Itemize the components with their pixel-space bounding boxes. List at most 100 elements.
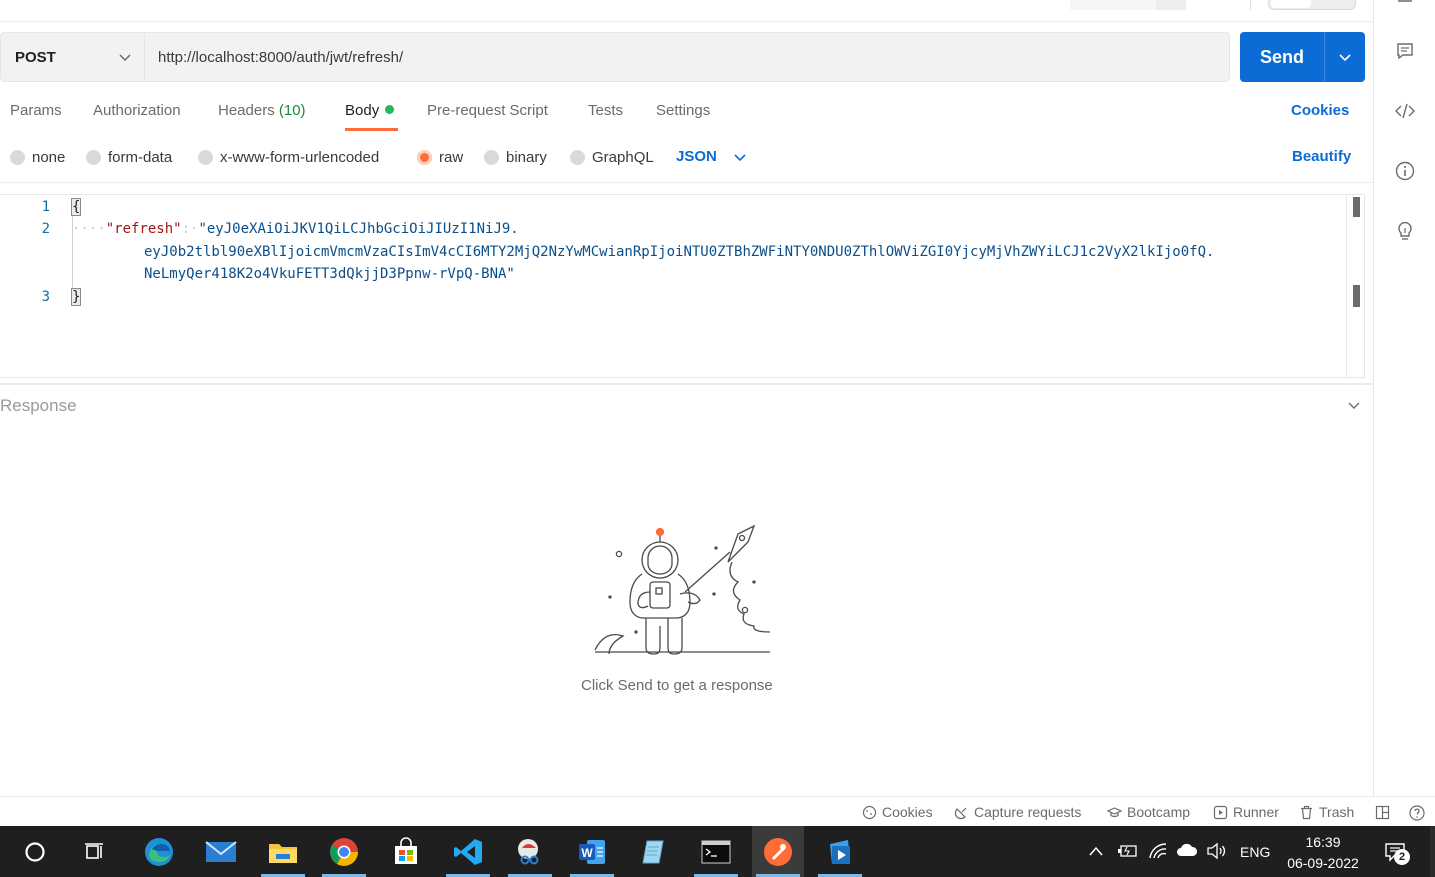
battery-icon[interactable] <box>1117 842 1139 860</box>
tab-headers[interactable]: Headers (10) <box>218 102 306 119</box>
status-bar: Cookies Capture requests Bootcamp Runner… <box>0 796 1435 826</box>
url-input[interactable]: http://localhost:8000/auth/jwt/refresh/ <box>145 32 1230 82</box>
task-view-button[interactable] <box>69 826 121 877</box>
radio-x-www-form-urlencoded[interactable]: x-www-form-urlencoded <box>198 149 379 166</box>
clock-time: 16:39 <box>1305 834 1341 850</box>
taskbar-vscode[interactable] <box>442 826 494 877</box>
editor-scrollbar[interactable] <box>1346 195 1364 377</box>
method-label: POST <box>15 48 56 66</box>
taskbar-edge[interactable] <box>133 826 185 877</box>
tab-params[interactable]: Params <box>10 102 62 119</box>
method-select[interactable]: POST <box>0 32 145 82</box>
tab-authorization[interactable]: Authorization <box>93 102 181 119</box>
send-options-button[interactable] <box>1325 50 1365 64</box>
system-clock[interactable]: 16:39 06-09-2022 <box>1285 832 1361 874</box>
line-gutter: 1 2 3 <box>0 195 70 377</box>
url-text: http://localhost:8000/auth/jwt/refresh/ <box>158 48 404 66</box>
clock-date: 06-09-2022 <box>1287 855 1359 871</box>
taskbar-store[interactable] <box>380 826 432 877</box>
code-line-wrapped: NeLmyQer418K2o4VkuFETT3dQkjjD3Ppnw-rVpQ-… <box>144 266 515 282</box>
active-tab-indicator <box>345 128 398 131</box>
taskbar-file-explorer[interactable] <box>257 826 309 877</box>
satellite-icon <box>954 807 967 819</box>
code-line: { <box>70 198 82 216</box>
windows-taskbar: W ENG 16:39 06-09-2022 2 <box>0 826 1435 877</box>
action-center-button[interactable]: 2 <box>1383 840 1410 866</box>
environment-selector[interactable] <box>1070 0 1156 10</box>
statusbar-capture-requests[interactable]: Capture requests <box>954 804 1081 820</box>
mail-icon <box>205 840 237 862</box>
empty-response-message: Click Send to get a response <box>581 677 773 694</box>
request-tabs: Params Authorization Headers (10) Body P… <box>0 96 1373 132</box>
comments-icon[interactable] <box>1394 40 1416 62</box>
code-line: ····"refresh":·"eyJ0eXAiOiJKV1QiLCJhbGci… <box>72 221 519 237</box>
line-number: 3 <box>41 289 50 305</box>
beautify-link[interactable]: Beautify <box>1292 148 1351 165</box>
tab-body[interactable]: Body <box>345 102 395 119</box>
response-title: Response <box>0 396 77 415</box>
show-hidden-icons[interactable] <box>1088 844 1104 858</box>
body-modified-dot <box>385 105 395 114</box>
taskbar-mail[interactable] <box>195 826 247 877</box>
statusbar-trash[interactable]: Trash <box>1299 804 1354 820</box>
help-icon[interactable] <box>1409 805 1425 821</box>
radio-form-data[interactable]: form-data <box>86 149 172 166</box>
headers-count: (10) <box>278 102 306 119</box>
taskbar-terminal[interactable] <box>690 826 742 877</box>
lightbulb-icon[interactable] <box>1394 220 1416 242</box>
input-language[interactable]: ENG <box>1240 826 1270 877</box>
send-label: Send <box>1259 46 1304 67</box>
tab-settings[interactable]: Settings <box>656 102 710 119</box>
start-search-button[interactable] <box>9 826 61 877</box>
statusbar-bootcamp[interactable]: Bootcamp <box>1107 804 1190 820</box>
radio-binary[interactable]: binary <box>484 149 547 166</box>
radio-raw[interactable]: raw <box>417 149 463 166</box>
code-line-wrapped: eyJ0b2tlbl90eXBlIjoicmVmcmVzaCIsImV4cCI6… <box>144 244 1215 260</box>
terminal-icon <box>701 840 731 863</box>
radio-none[interactable]: none <box>10 149 65 166</box>
edge-icon <box>145 837 173 866</box>
statusbar-cookies[interactable]: Cookies <box>862 804 933 820</box>
tab-tests[interactable]: Tests <box>588 102 623 119</box>
chevron-down-icon <box>1339 54 1351 62</box>
environment-quick-look[interactable] <box>1156 0 1186 10</box>
chrome-icon <box>330 837 358 866</box>
show-desktop-button[interactable] <box>1430 826 1435 877</box>
play-box-icon <box>1213 805 1228 819</box>
store-icon <box>395 836 417 864</box>
postman-icon <box>764 837 792 866</box>
chevron-down-icon <box>734 153 746 161</box>
send-button[interactable]: Send <box>1240 32 1365 82</box>
right-sidebar <box>1373 0 1435 826</box>
taskbar-chrome[interactable] <box>318 826 370 877</box>
volume-icon[interactable] <box>1206 842 1228 860</box>
onedrive-icon[interactable] <box>1176 843 1198 857</box>
svg-text:W: W <box>581 846 593 860</box>
format-select[interactable]: JSON <box>676 148 747 165</box>
notepad-icon <box>642 840 664 863</box>
cookie-icon <box>862 805 877 819</box>
body-type-selector: none form-data x-www-form-urlencoded raw… <box>0 146 1373 170</box>
code-icon[interactable] <box>1394 100 1416 122</box>
body-editor[interactable]: 1 2 3 { ····"refresh":·"eyJ0eXAiOiJKV1Qi… <box>0 194 1365 378</box>
taskbar-notepad[interactable] <box>628 826 680 877</box>
menu-icon[interactable] <box>1394 0 1416 4</box>
taskbar-media-player[interactable] <box>814 826 866 877</box>
cookies-link[interactable]: Cookies <box>1291 102 1349 119</box>
radio-graphql[interactable]: GraphQL <box>570 149 654 166</box>
media-player-icon <box>830 839 850 864</box>
tab-pre-request-script[interactable]: Pre-request Script <box>427 102 548 119</box>
statusbar-runner[interactable]: Runner <box>1213 804 1279 820</box>
taskbar-postman[interactable] <box>752 826 804 877</box>
graduation-cap-icon <box>1107 806 1122 817</box>
trash-icon <box>1301 805 1312 819</box>
taskbar-word[interactable]: W <box>566 826 618 877</box>
chevron-down-icon[interactable] <box>1347 398 1361 412</box>
info-icon[interactable] <box>1394 160 1416 182</box>
wifi-icon[interactable] <box>1148 842 1168 860</box>
layout-icon[interactable] <box>1375 805 1390 820</box>
toolbar-toggle[interactable] <box>1268 0 1356 10</box>
taskbar-snipping-tool[interactable] <box>504 826 556 877</box>
top-toolbar-stub <box>0 0 1373 22</box>
chevron-down-icon <box>119 54 131 62</box>
